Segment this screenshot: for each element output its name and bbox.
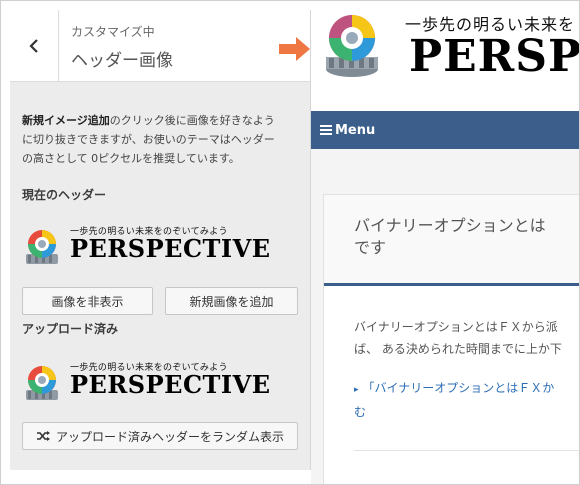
customizer-panel: カスタマイズ中 ヘッダー画像 新規イメージ追加のクリック後に画像を好きなよう に… (10, 10, 311, 470)
site-wordmark: PERSPE (409, 31, 580, 82)
randomize-headers-button[interactable]: アップロード済みヘッダーをランダム表示 (22, 422, 298, 450)
logo-wordmark: PERSPECTIVE (70, 234, 271, 263)
panel-subtitle: カスタマイズ中 (71, 25, 155, 39)
randomize-label: アップロード済みヘッダーをランダム表示 (55, 429, 284, 444)
window-frame: カスタマイズ中 ヘッダー画像 新規イメージ追加のクリック後に画像を好きなよう に… (0, 0, 580, 485)
article-card: バイナリーオプションとは です バイナリーオプションとはＦＸから派 ば、 ある決… (323, 194, 579, 484)
uploaded-label: アップロード済み (22, 322, 119, 336)
gear-logo-icon (26, 366, 58, 400)
article-title[interactable]: バイナリーオプションとは です (354, 215, 579, 259)
gear-logo-icon (26, 230, 58, 264)
gear-logo-icon (326, 15, 378, 77)
site-header-logo[interactable]: 一歩先の明るい未来を PERSPE (323, 11, 580, 89)
menu-label: Menu (335, 122, 376, 138)
hide-image-button[interactable]: 画像を非表示 (22, 287, 153, 315)
back-button[interactable] (10, 10, 59, 81)
current-header-image[interactable]: 一歩先の明るい未来をのぞいてみよう PERSPECTIVE (22, 224, 298, 268)
article-title-box: バイナリーオプションとは です (324, 194, 579, 286)
description-text-3: の高さとして 0ピクセルを推奨しています。 (22, 152, 240, 165)
description-text-2: に切り抜きできますが、お使いのテーマはヘッダー (22, 133, 275, 146)
triangle-bullet-icon: ▸ (354, 385, 359, 395)
description-text-1: のクリック後に画像を好きなよう (109, 114, 275, 127)
divider (354, 450, 579, 451)
uploaded-header-image[interactable]: 一歩先の明るい未来をのぞいてみよう PERSPECTIVE (22, 360, 298, 404)
hamburger-icon (320, 125, 332, 135)
chevron-left-icon (29, 38, 38, 53)
arrow-right-icon (279, 37, 310, 61)
panel-header: カスタマイズ中 ヘッダー画像 (10, 10, 310, 82)
shuffle-icon (36, 430, 50, 442)
article-link-text[interactable]: 「バイナリーオプションとはＦＸか む (354, 381, 554, 419)
article-text: バイナリーオプションとはＦＸから派 ば、 ある決められた時間までに上か下 (354, 320, 562, 356)
site-menu-bar[interactable]: Menu (311, 111, 579, 149)
article-link[interactable]: ▸ 「バイナリーオプションとはＦＸか む (354, 377, 579, 423)
description-bold: 新規イメージ追加 (22, 114, 110, 127)
header-description: 新規イメージ追加のクリック後に画像を好きなよう に切り抜きできますが、お使いのテ… (22, 111, 302, 168)
add-new-image-button[interactable]: 新規画像を追加 (165, 287, 298, 315)
panel-title: ヘッダー画像 (71, 51, 173, 71)
current-header-label: 現在のヘッダー (22, 188, 107, 202)
logo-wordmark: PERSPECTIVE (70, 370, 271, 399)
